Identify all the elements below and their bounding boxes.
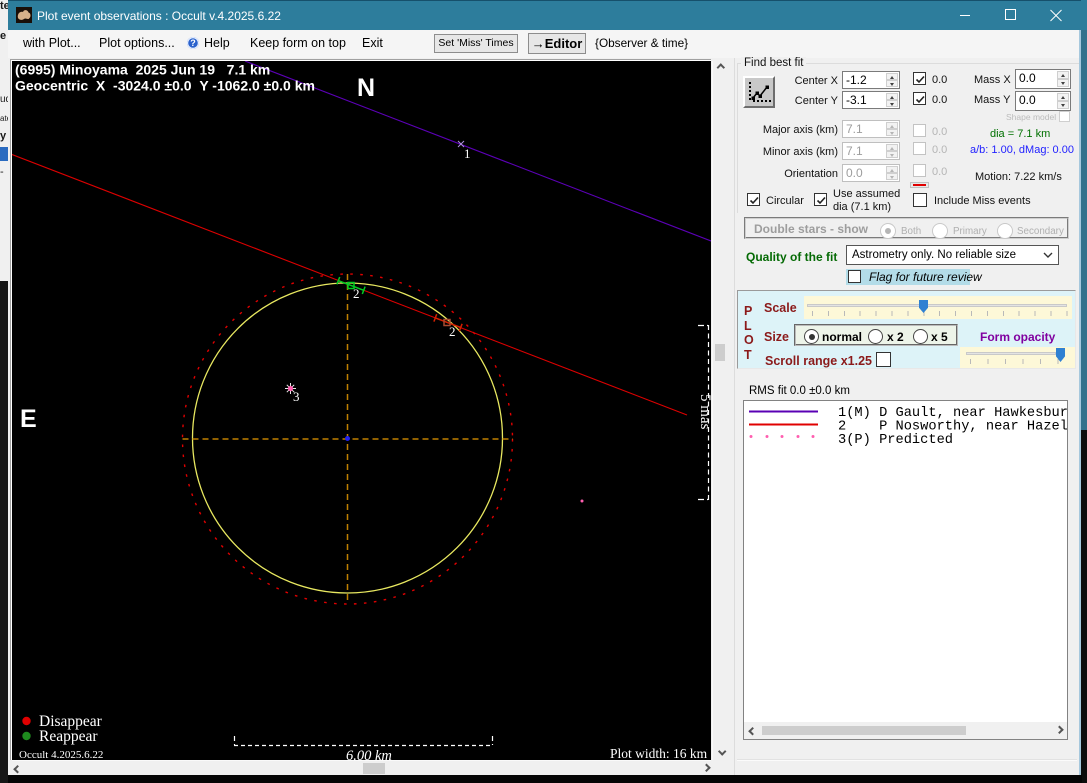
svg-text:Plot width: 16 km: Plot width: 16 km bbox=[610, 746, 708, 760]
svg-text:2: 2 bbox=[353, 286, 360, 301]
svg-text:Occult 4.2025.6.22: Occult 4.2025.6.22 bbox=[19, 749, 103, 760]
svg-text:2: 2 bbox=[449, 324, 456, 339]
svg-text:6.00 km: 6.00 km bbox=[346, 748, 392, 760]
svg-text:1: 1 bbox=[464, 146, 471, 161]
svg-text:3: 3 bbox=[293, 389, 300, 404]
svg-text:3(P) Predicted: 3(P) Predicted bbox=[838, 433, 953, 446]
svg-text:5 mas: 5 mas bbox=[697, 394, 711, 430]
svg-text:N: N bbox=[357, 74, 375, 102]
svg-text:E: E bbox=[20, 405, 37, 433]
svg-text:(6995) Minoyama 2025 Jun 19: (6995) Minoyama 2025 Jun 19 7.1 km bbox=[15, 62, 270, 78]
svg-text:Geocentric X -3024.0 ±0.0 Y: Geocentric X -3024.0 ±0.0 Y -1062.0 ±0.0… bbox=[15, 78, 315, 94]
svg-text:Reappear: Reappear bbox=[39, 728, 98, 745]
